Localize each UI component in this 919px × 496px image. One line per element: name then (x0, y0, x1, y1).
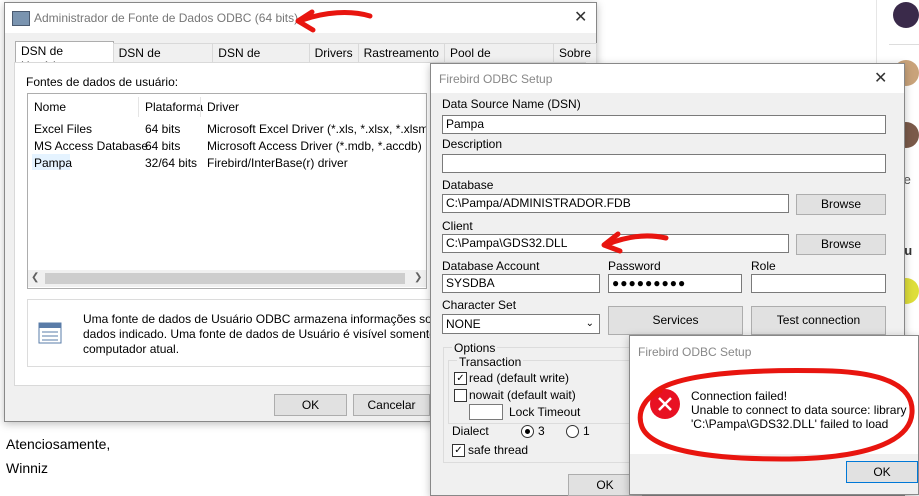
role-input[interactable] (751, 274, 886, 293)
table-cell[interactable]: 32/64 bits (145, 156, 197, 170)
email-closing: Atenciosamente, (6, 436, 111, 452)
chevron-down-icon: ⌄ (585, 318, 594, 329)
dialect-3-radio[interactable] (521, 425, 534, 438)
info-box: Uma fonte de dados de Usuário ODBC armaz… (27, 299, 482, 367)
column-header[interactable]: Plataforma (145, 100, 203, 114)
divider (889, 44, 919, 45)
annotation-arrow-title (295, 9, 373, 33)
column-divider (200, 97, 201, 117)
account-label: Database Account (442, 259, 540, 273)
client-label: Client (442, 219, 473, 233)
charset-label: Character Set (442, 298, 517, 312)
dialect-3-label: 3 (538, 424, 545, 438)
error-titlebar: Firebird ODBC Setup (630, 336, 918, 364)
lock-timeout-label: Lock Timeout (509, 405, 581, 419)
database-label: Database (442, 178, 494, 192)
password-input[interactable]: ●●●●●●●●● (608, 274, 742, 293)
tab-rastreamento[interactable]: Rastreamento (357, 43, 445, 63)
odbc-app-icon (12, 11, 30, 26)
cancel-button[interactable]: Cancelar (353, 394, 430, 416)
scroll-left-icon[interactable]: ❮ (31, 272, 39, 283)
radio-selected-dot (525, 429, 530, 434)
services-button[interactable]: Services (608, 306, 743, 335)
safe-thread-checkbox[interactable]: ✓ (452, 444, 465, 457)
description-label: Description (442, 137, 503, 151)
description-input[interactable] (442, 154, 886, 173)
database-info-icon (38, 320, 64, 346)
column-header[interactable]: Driver (207, 100, 239, 114)
transaction-group: Transaction ✓ read (default write) nowai… (448, 355, 630, 424)
email-signature: Winniz (6, 460, 49, 476)
table-cell[interactable]: Firebird/InterBase(r) driver (207, 156, 348, 170)
tab-dsn-usuario[interactable]: DSN de Usuário (15, 41, 114, 73)
options-label: Options (452, 341, 498, 355)
scroll-right-icon[interactable]: ❯ (414, 272, 422, 283)
database-browse-button[interactable]: Browse (796, 194, 886, 215)
tab-dsn-sistema[interactable]: DSN de Sistema (112, 43, 214, 75)
table-cell[interactable]: Microsoft Excel Driver (*.xls, *.xlsx, *… (207, 122, 426, 136)
charset-value: NONE (446, 317, 481, 331)
role-label: Role (751, 259, 776, 273)
table-cell[interactable]: Excel Files (34, 122, 92, 136)
ok-button[interactable]: OK (274, 394, 347, 416)
tab-drivers[interactable]: Drivers (308, 43, 359, 63)
dsn-input[interactable]: Pampa (442, 115, 886, 134)
annotation-circle-error (637, 368, 915, 462)
avatar (893, 2, 919, 28)
info-text-line1: Uma fonte de dados de Usuário ODBC armaz… (83, 312, 482, 326)
dsn-list[interactable]: Nome Plataforma Driver Excel Files 64 bi… (27, 93, 427, 289)
error-dialog-title: Firebird ODBC Setup (638, 345, 752, 359)
charset-select[interactable]: NONE ⌄ (442, 314, 600, 334)
close-icon[interactable]: ✕ (574, 10, 587, 26)
database-input[interactable]: C:\Pampa/ADMINISTRADOR.FDB (442, 194, 789, 213)
read-checkbox[interactable]: ✓ (454, 372, 467, 385)
tab-pool-conexoes[interactable]: Pool de Conexões (443, 43, 554, 75)
dialect-1-radio[interactable] (566, 425, 579, 438)
close-icon[interactable]: ✕ (874, 71, 887, 87)
nowait-checkbox[interactable] (454, 389, 467, 402)
list-label: Fontes de dados de usuário: (26, 75, 179, 89)
tab-sobre[interactable]: Sobre (552, 43, 598, 63)
read-label: read (default write) (469, 371, 570, 385)
table-cell[interactable]: 64 bits (145, 122, 180, 136)
nowait-label: nowait (default wait) (469, 388, 576, 402)
setup-titlebar: Firebird ODBC Setup ✕ (431, 64, 904, 93)
options-group: Options Transaction ✓ read (default writ… (443, 341, 635, 463)
dialect-label: Dialect (452, 424, 489, 438)
odbc-tabs: DSN de Usuário DSN de Sistema DSN de Arq… (15, 41, 598, 75)
setup-window-title: Firebird ODBC Setup (439, 72, 553, 86)
account-input[interactable]: SYSDBA (442, 274, 600, 293)
table-cell[interactable]: MS Access Database (34, 139, 148, 153)
odbc-window-title: Administrador de Fonte de Dados ODBC (64… (34, 11, 299, 25)
password-label: Password (608, 259, 661, 273)
lock-timeout-input[interactable] (469, 404, 503, 420)
safe-thread-label: safe thread (468, 443, 529, 457)
scrollbar-thumb[interactable] (45, 273, 405, 284)
info-text-line3: computador atual. (83, 342, 180, 356)
column-header[interactable]: Nome (34, 100, 66, 114)
table-cell[interactable]: 64 bits (145, 139, 180, 153)
tab-dsn-arquivo[interactable]: DSN de Arquivo (212, 43, 310, 75)
horizontal-scrollbar[interactable]: ❮ ❯ (28, 270, 426, 287)
client-browse-button[interactable]: Browse (796, 234, 886, 255)
dialect-1-label: 1 (583, 424, 590, 438)
column-divider (138, 97, 139, 117)
info-text-line2: dados indicado. Uma fonte de dados de Us… (83, 327, 475, 341)
annotation-arrow-client (601, 231, 669, 254)
table-cell[interactable]: Pampa (34, 156, 72, 170)
transaction-label: Transaction (457, 355, 524, 369)
dsn-label: Data Source Name (DSN) (442, 97, 581, 111)
table-cell[interactable]: Microsoft Access Driver (*.mdb, *.accdb) (207, 139, 422, 153)
test-connection-button[interactable]: Test connection (751, 306, 886, 335)
